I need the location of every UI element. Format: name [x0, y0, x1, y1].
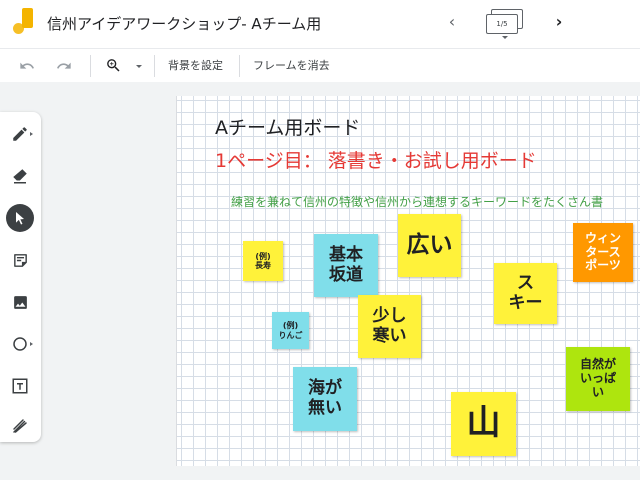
sticky-note[interactable]: 基本 坂道: [314, 234, 378, 297]
sticky-note[interactable]: 自然が いっぱ い: [566, 347, 630, 411]
board-subtitle[interactable]: 1ページ目： 落書き・お試し用ボード: [215, 146, 537, 173]
sticky-note[interactable]: ス キー: [494, 263, 557, 324]
undo-icon: [20, 62, 34, 69]
text-box-icon: [12, 378, 28, 394]
image-tool-button[interactable]: [6, 288, 34, 316]
board-title[interactable]: Aチーム用ボード: [215, 113, 360, 140]
eraser-tool-button[interactable]: [6, 162, 34, 190]
zoom-dropdown-icon[interactable]: [136, 65, 142, 68]
select-icon: [16, 212, 24, 225]
board-instruction[interactable]: 練習を兼ねて信州の特徴や信州から連想するキーワードをたくさん書: [231, 193, 603, 210]
frame-counter-label: 1/5: [486, 14, 518, 34]
sticky-note-tool-button[interactable]: [6, 246, 34, 274]
sticky-note[interactable]: ウィン タース ポーツ: [573, 223, 633, 282]
redo-icon: [57, 62, 71, 69]
toolbar: 背景を設定 フレームを消去: [0, 48, 640, 82]
board-canvas[interactable]: Aチーム用ボード 1ページ目： 落書き・お試し用ボード 練習を兼ねて信州の特徴や…: [176, 96, 640, 466]
eraser-icon: [13, 169, 27, 184]
chevron-right-icon: ›: [555, 12, 563, 31]
zoom-button[interactable]: [102, 53, 124, 79]
sticky-note[interactable]: (例) 長寿: [243, 241, 283, 281]
laser-icon: [13, 419, 27, 433]
chevron-left-icon: ‹: [448, 12, 456, 31]
sticky-note[interactable]: (例) りんご: [272, 312, 309, 349]
next-frame-button[interactable]: ›: [548, 10, 570, 34]
clear-frame-button[interactable]: フレームを消去: [253, 53, 330, 79]
undo-button[interactable]: [16, 53, 38, 79]
circle-icon: [13, 337, 27, 351]
jamboard-logo-icon: [13, 6, 35, 38]
tool-panel: [0, 112, 41, 442]
laser-tool-button[interactable]: [6, 412, 34, 440]
select-tool-button[interactable]: [6, 204, 34, 232]
sticky-note[interactable]: 海が 無い: [293, 367, 357, 431]
text-box-tool-button[interactable]: [6, 372, 34, 400]
title-bar: 信州アイデアワークショップ- Aチーム用 ‹ 1/5 ›: [0, 0, 640, 46]
frame-counter-button[interactable]: 1/5: [486, 9, 523, 34]
sticky-note[interactable]: 山: [451, 392, 516, 456]
previous-frame-button[interactable]: ‹: [441, 10, 463, 34]
image-icon: [13, 295, 27, 309]
pen-icon: [13, 127, 27, 141]
document-title[interactable]: 信州アイデアワークショップ- Aチーム用: [47, 13, 321, 34]
zoom-in-icon: [106, 59, 120, 72]
redo-button[interactable]: [53, 53, 75, 79]
sticky-note[interactable]: 広い: [398, 214, 461, 277]
sticky-note-icon: [13, 253, 27, 267]
sticky-note[interactable]: 少し 寒い: [358, 295, 421, 358]
set-background-button[interactable]: 背景を設定: [168, 53, 223, 79]
chevron-down-icon: [502, 36, 508, 39]
